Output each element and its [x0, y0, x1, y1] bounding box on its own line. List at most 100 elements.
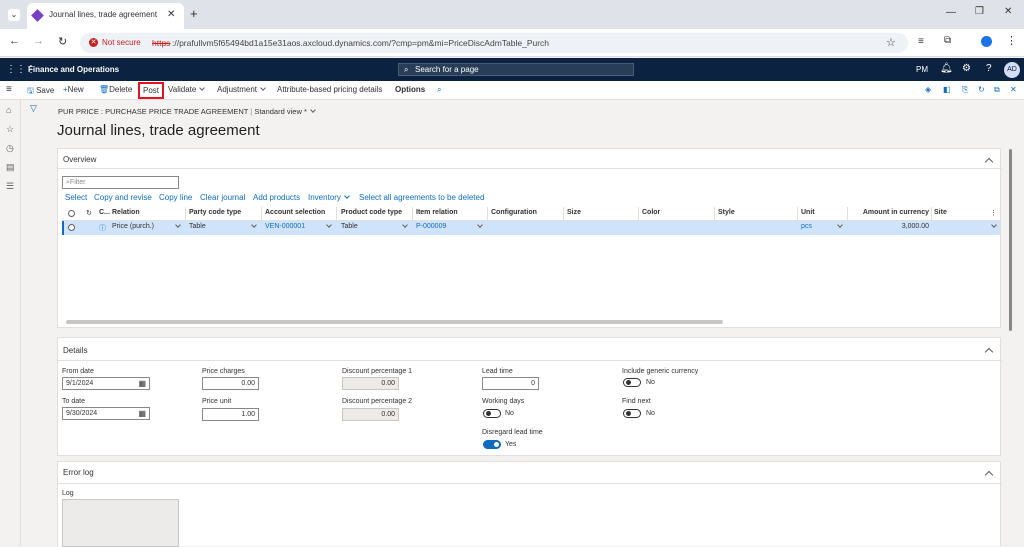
select-agreements-to-delete-link[interactable]: Select all agreements to be deleted	[359, 193, 484, 202]
close-window-icon[interactable]: ✕	[1004, 6, 1012, 17]
settings-gear-icon[interactable]: ⚙	[962, 63, 971, 74]
column-header-unit[interactable]: Unit	[801, 209, 815, 216]
view-selector[interactable]: Standard view *	[254, 107, 307, 116]
column-header-size[interactable]: Size	[567, 209, 581, 216]
column-options-icon[interactable]: ⋮	[990, 209, 997, 217]
copy-line-link[interactable]: Copy line	[159, 193, 192, 202]
validate-menu[interactable]: Validate	[168, 85, 206, 94]
minimize-icon[interactable]: —	[946, 7, 956, 18]
to-date-field[interactable]: 9/30/2024 ▦	[62, 407, 150, 420]
cell-unit[interactable]: pcs	[801, 223, 812, 230]
find-next-toggle[interactable]	[623, 409, 641, 418]
column-header-color[interactable]: Color	[642, 209, 660, 216]
cell-item-relation[interactable]: P-000009	[416, 223, 446, 230]
favorites-icon[interactable]: ≡	[918, 36, 924, 47]
refresh-column-icon[interactable]: ↻	[86, 209, 92, 217]
error-log-header[interactable]: Error log	[63, 468, 94, 477]
browser-menu-icon[interactable]: ⋮	[1006, 34, 1017, 47]
action-search-icon[interactable]: ⌕	[437, 85, 441, 95]
row-info-icon[interactable]: ⓘ	[99, 223, 106, 233]
extensions-icon[interactable]: ⧉	[944, 35, 951, 46]
delete-button[interactable]: 🗑︎Delete	[99, 85, 132, 94]
price-charges-field[interactable]: 0.00	[202, 377, 259, 390]
column-header-amount[interactable]: Amount in currency	[851, 209, 929, 216]
diamond-icon[interactable]: ◈	[925, 85, 931, 94]
unit-dropdown-icon[interactable]	[837, 222, 843, 231]
cell-party-code-type[interactable]: Table	[189, 223, 206, 230]
table-row[interactable]: ⓘ Price (purch.) Table VEN-000001 Table …	[62, 221, 1000, 235]
restore-icon[interactable]: ❐	[975, 6, 984, 17]
page-vertical-scrollbar[interactable]	[1009, 149, 1012, 331]
open-new-window-icon[interactable]: ⧉	[994, 85, 1000, 95]
column-header-relation[interactable]: Relation	[112, 209, 140, 216]
close-tab-icon[interactable]: ✕	[167, 9, 175, 20]
column-header-style[interactable]: Style	[718, 209, 735, 216]
bookmark-star-icon[interactable]: ☆	[886, 36, 896, 49]
inventory-menu[interactable]: Inventory	[308, 193, 350, 202]
back-icon[interactable]: ←	[9, 35, 20, 47]
options-tab[interactable]: Options	[395, 85, 425, 94]
generic-currency-toggle[interactable]	[623, 378, 641, 387]
company-label[interactable]: PM	[916, 65, 928, 74]
column-header-item-relation[interactable]: Item relation	[416, 209, 458, 216]
notification-bell-icon[interactable]: 🔔︎	[940, 63, 953, 74]
grid-horizontal-scrollbar[interactable]	[66, 320, 723, 324]
hamburger-icon[interactable]: ≡	[6, 84, 12, 95]
favorites-star-icon[interactable]: ☆	[6, 125, 14, 134]
attribute-pricing-button[interactable]: Attribute-based pricing details	[277, 85, 382, 94]
column-header-site[interactable]: Site	[934, 209, 947, 216]
relation-dropdown-icon[interactable]	[175, 222, 181, 231]
column-header-configuration[interactable]: Configuration	[491, 209, 537, 216]
close-page-icon[interactable]: ✕	[1010, 85, 1017, 94]
cell-account-selection[interactable]: VEN-000001	[265, 223, 305, 230]
cell-relation[interactable]: Price (purch.)	[112, 223, 154, 230]
lead-time-field[interactable]: 0	[482, 377, 539, 390]
overview-header[interactable]: Overview	[63, 155, 96, 164]
browser-tab[interactable]: Journal lines, trade agreement ✕	[27, 3, 184, 29]
site-dropdown-icon[interactable]	[991, 222, 997, 231]
profile-icon[interactable]	[981, 36, 992, 47]
refresh-icon[interactable]: ↻	[978, 85, 985, 94]
column-header-product-code-type[interactable]: Product code type	[341, 209, 402, 216]
page-search-input[interactable]: ⌕ Search for a page	[398, 63, 634, 76]
new-button[interactable]: +New	[63, 85, 84, 94]
collapse-chevron-icon[interactable]	[984, 470, 994, 480]
product-code-dropdown-icon[interactable]	[402, 222, 408, 231]
party-code-dropdown-icon[interactable]	[251, 222, 257, 231]
column-header-party-code-type[interactable]: Party code type	[189, 209, 241, 216]
post-button[interactable]: Post	[138, 82, 165, 99]
disregard-lead-time-toggle[interactable]	[483, 440, 501, 449]
collapse-chevron-icon[interactable]	[984, 157, 994, 167]
url-bar[interactable]: ✕ Not secure https ://prafullvm5f65494bd…	[80, 33, 908, 53]
add-products-link[interactable]: Add products	[253, 193, 300, 202]
working-days-toggle[interactable]	[483, 409, 501, 418]
attachment-icon[interactable]: ⎘	[962, 85, 968, 95]
column-header-c[interactable]: C...	[99, 209, 110, 216]
filter-input[interactable]: ⌕Filter	[62, 176, 179, 189]
cell-amount[interactable]: 3,000.00	[851, 223, 929, 230]
column-header-account-selection[interactable]: Account selection	[265, 209, 325, 216]
select-link[interactable]: Select	[65, 193, 87, 202]
save-button[interactable]: 🖫 Save	[27, 85, 54, 99]
from-date-field[interactable]: 9/1/2024 ▦	[62, 377, 150, 390]
new-tab-button[interactable]: +	[190, 6, 198, 21]
adjustment-menu[interactable]: Adjustment	[217, 85, 266, 94]
calendar-icon[interactable]: ▦	[138, 409, 146, 418]
select-all-radio[interactable]	[68, 210, 75, 217]
user-avatar[interactable]: AD	[1004, 62, 1020, 78]
modules-list-icon[interactable]: ☰	[6, 182, 14, 191]
calendar-icon[interactable]: ▦	[138, 379, 146, 388]
details-header[interactable]: Details	[63, 346, 87, 355]
recent-clock-icon[interactable]: ◷	[6, 144, 14, 153]
price-unit-field[interactable]: 1.00	[202, 408, 259, 421]
workspaces-icon[interactable]: ▤	[6, 163, 15, 172]
reload-icon[interactable]: ↻	[58, 35, 67, 48]
help-icon[interactable]: ?	[986, 63, 992, 74]
account-dropdown-icon[interactable]	[326, 222, 332, 231]
home-icon[interactable]: ⌂	[6, 106, 11, 115]
row-select-radio[interactable]	[68, 224, 75, 231]
forward-icon[interactable]: →	[33, 35, 44, 47]
tab-search-button[interactable]: ⌄	[8, 9, 20, 21]
cell-product-code-type[interactable]: Table	[341, 223, 358, 230]
item-relation-dropdown-icon[interactable]	[477, 222, 483, 231]
